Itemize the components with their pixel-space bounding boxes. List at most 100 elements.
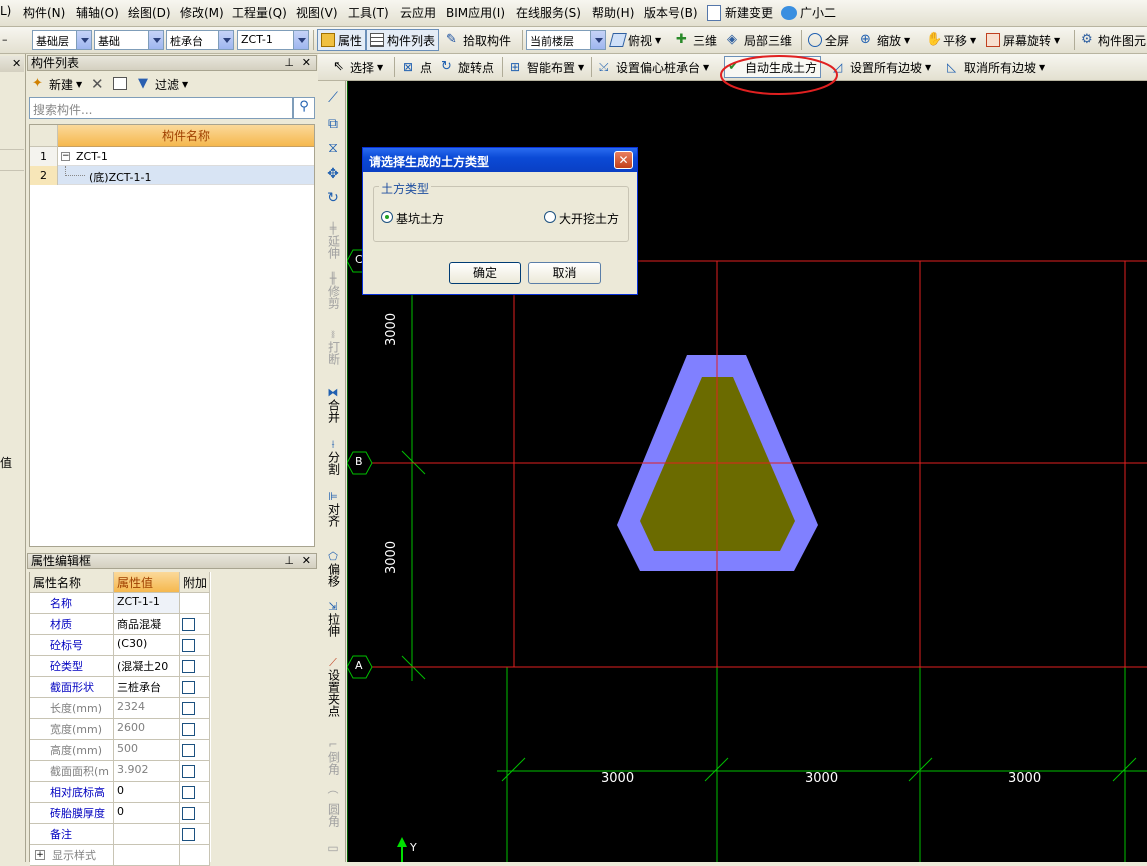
property-button[interactable]: 属性: [317, 29, 367, 51]
cancel-button[interactable]: 取消: [528, 262, 601, 284]
menu-item-draw[interactable]: 绘图(D): [128, 4, 171, 21]
pin-icon[interactable]: ⊥: [284, 56, 294, 70]
property-value-cell[interactable]: 500: [114, 740, 180, 761]
attach-checkbox[interactable]: [182, 744, 195, 757]
menu-item-version[interactable]: 版本号(B): [644, 4, 698, 21]
menu-item-tools[interactable]: 工具(T): [348, 4, 389, 21]
radio-button-checked[interactable]: [381, 211, 393, 223]
trim-tool[interactable]: ╫ 修剪: [322, 272, 344, 309]
zoom-button[interactable]: ⊕ 缩放 ▼: [857, 29, 913, 51]
table-row-selected[interactable]: 2 (底)ZCT-1-1: [30, 166, 314, 185]
chamfer-tool[interactable]: ⌐ 倒角: [322, 738, 344, 775]
table-row[interactable]: 1 − ZCT-1: [30, 147, 314, 166]
attach-checkbox[interactable]: [182, 828, 195, 841]
merge-tool[interactable]: ⧓ 合并: [322, 386, 344, 423]
property-value-cell[interactable]: [114, 845, 180, 866]
draw-line-icon[interactable]: ⟋: [322, 91, 344, 105]
ok-button[interactable]: 确定: [449, 262, 521, 284]
attach-checkbox[interactable]: [182, 786, 195, 799]
menu-item-cloud[interactable]: 云应用: [400, 4, 436, 21]
property-value-cell[interactable]: 0: [114, 803, 180, 824]
menu-item-guangxiaoer[interactable]: 广小二: [800, 4, 836, 21]
offset-tool[interactable]: ⬠ 偏移: [322, 550, 344, 587]
pan-button[interactable]: ✋ 平移 ▼: [923, 29, 979, 51]
attach-checkbox[interactable]: [182, 681, 195, 694]
floor-select[interactable]: 当前楼层: [526, 30, 606, 50]
property-value-cell[interactable]: 商品混凝: [114, 614, 180, 635]
type-select[interactable]: 桩承台: [166, 30, 234, 50]
stretch-tool[interactable]: ⇲ 拉伸: [322, 600, 344, 637]
property-value-cell[interactable]: 3.902: [114, 761, 180, 782]
more-tools-icon[interactable]: ▭: [322, 842, 344, 855]
menu-item-quantity[interactable]: 工程量(Q): [232, 4, 287, 21]
component-outline-button[interactable]: ⚙ 构件图元: [1078, 29, 1147, 51]
pin-icon[interactable]: ⊥: [284, 554, 294, 568]
local-3d-button[interactable]: ◈ 局部三维: [724, 29, 795, 51]
menu-item-view[interactable]: 视图(V): [296, 4, 338, 21]
attach-checkbox[interactable]: [182, 807, 195, 820]
rotate-point-button[interactable]: ↻ 旋转点: [438, 56, 497, 78]
move-icon[interactable]: ✥: [322, 167, 344, 181]
menu-item-component[interactable]: 构件(N): [23, 4, 65, 21]
select-button[interactable]: ⇖ 选择 ▼: [330, 56, 386, 78]
align-tool[interactable]: ⊫ 对齐: [322, 490, 344, 527]
delete-icon[interactable]: ✕: [91, 75, 104, 93]
fullscreen-button[interactable]: 全屏: [805, 29, 852, 51]
attach-checkbox[interactable]: [182, 765, 195, 778]
component-list-button[interactable]: 构件列表: [366, 29, 440, 51]
menu-item-online[interactable]: 在线服务(S): [516, 4, 581, 21]
property-value-cell[interactable]: 0: [114, 782, 180, 803]
search-icon[interactable]: ⚲: [293, 97, 315, 119]
property-value-cell[interactable]: 三桩承台: [114, 677, 180, 698]
category-select[interactable]: 基础: [94, 30, 164, 50]
component-select[interactable]: ZCT-1: [237, 30, 309, 50]
mirror-icon[interactable]: ⧖: [322, 141, 344, 155]
property-value-cell[interactable]: (C30): [114, 635, 180, 656]
component-search-input[interactable]: 搜索构件...: [29, 97, 293, 119]
menu-item-help[interactable]: 帮助(H): [592, 4, 634, 21]
radio-open-excavation[interactable]: 大开挖土方: [544, 210, 634, 226]
close-icon[interactable]: ✕: [302, 554, 311, 568]
point-button[interactable]: ⊠ 点: [400, 56, 435, 78]
menu-item-partial[interactable]: L): [0, 4, 11, 18]
extend-tool[interactable]: ╪ 延伸: [322, 222, 344, 259]
copy-objects-icon[interactable]: ⧉: [322, 117, 344, 131]
set-grip-tool[interactable]: ⟋ 设置夹点: [322, 656, 344, 717]
property-value-cell[interactable]: 2324: [114, 698, 180, 719]
close-icon[interactable]: ✕: [302, 56, 311, 70]
property-value-cell[interactable]: ZCT-1-1: [114, 593, 180, 614]
attach-checkbox[interactable]: [182, 618, 195, 631]
dialog-title-bar[interactable]: 请选择生成的土方类型: [363, 148, 637, 172]
copy-icon[interactable]: [113, 77, 127, 90]
set-all-slopes-button[interactable]: ◿ 设置所有边坡 ▼: [830, 56, 934, 78]
radio-button-unchecked[interactable]: [544, 211, 556, 223]
menu-item-new-change[interactable]: 新建变更: [725, 4, 773, 21]
rotate-screen-button[interactable]: 屏幕旋转 ▼: [983, 29, 1063, 51]
attach-checkbox[interactable]: [182, 723, 195, 736]
cancel-all-slopes-button[interactable]: ◺ 取消所有边坡 ▼: [944, 56, 1048, 78]
radio-pit-earthwork[interactable]: 基坑土方: [381, 210, 481, 226]
menu-item-bim[interactable]: BIM应用(I): [446, 4, 505, 21]
set-offset-cap-button[interactable]: ⤩ 设置偏心桩承台 ▼: [596, 56, 712, 78]
topview-button[interactable]: 俯视 ▼: [608, 29, 664, 51]
property-value-cell[interactable]: 2600: [114, 719, 180, 740]
smart-layout-button[interactable]: ⊞ 智能布置 ▼: [507, 56, 587, 78]
rotate-icon[interactable]: ↻: [322, 191, 344, 205]
collapse-icon[interactable]: −: [61, 152, 70, 161]
attach-checkbox[interactable]: [182, 660, 195, 673]
three-d-button[interactable]: ✚ 三维: [673, 29, 720, 51]
close-icon[interactable]: ✕: [614, 151, 633, 169]
layer-select[interactable]: 基础层: [32, 30, 92, 50]
attach-checkbox[interactable]: [182, 702, 195, 715]
attach-checkbox[interactable]: [182, 639, 195, 652]
fillet-tool[interactable]: ⌒ 圆角: [322, 790, 344, 827]
break-tool[interactable]: ⧚ 打断: [322, 328, 344, 365]
expand-icon[interactable]: +: [35, 850, 45, 860]
pick-component-button[interactable]: ✎ 拾取构件: [443, 29, 514, 51]
column-header-component-name[interactable]: 构件名称: [58, 125, 314, 147]
close-icon[interactable]: ✕: [12, 57, 21, 70]
property-value-cell[interactable]: (混凝土20: [114, 656, 180, 677]
menu-item-aux-axis[interactable]: 辅轴(O): [76, 4, 119, 21]
filter-button[interactable]: ▼ 过滤 ▼: [135, 73, 191, 95]
property-value-cell[interactable]: [114, 824, 180, 845]
